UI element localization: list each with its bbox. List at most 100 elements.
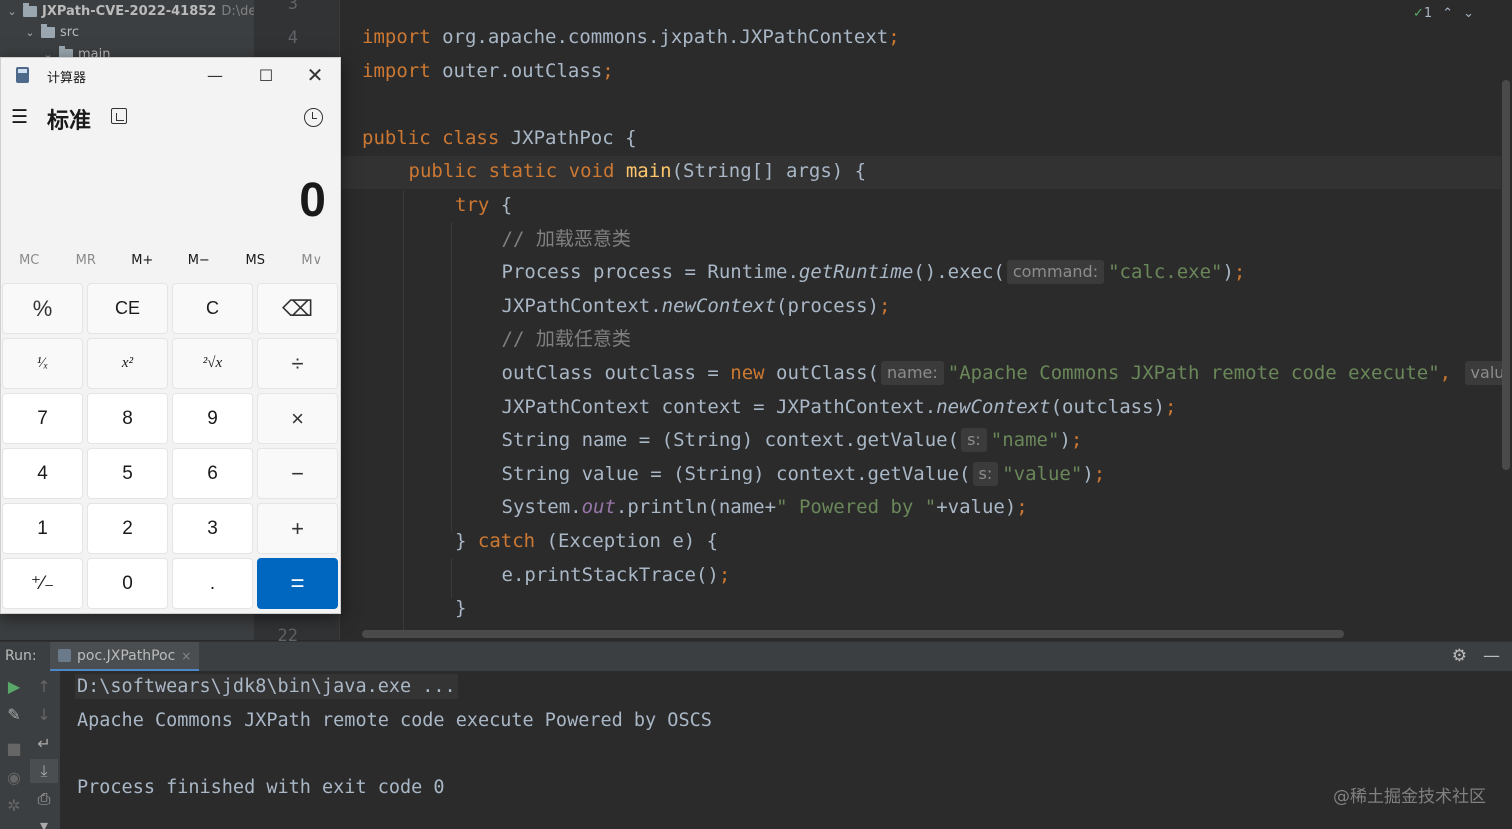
clear-key[interactable]: C bbox=[172, 283, 253, 334]
inspection-widget[interactable]: ✓1 ⌃ ⌄ bbox=[1413, 6, 1474, 21]
memory-button[interactable]: MS bbox=[227, 253, 284, 277]
digit-2-key[interactable]: 2 bbox=[87, 503, 168, 554]
chevron-down-icon[interactable]: ⌄ bbox=[6, 5, 18, 18]
horizontal-scrollbar[interactable] bbox=[362, 630, 1344, 638]
settings-gear-icon[interactable]: ✲ bbox=[0, 793, 28, 817]
negate-key[interactable]: ⁺⁄₋ bbox=[2, 558, 83, 609]
maximize-icon[interactable]: ☐ bbox=[243, 60, 289, 90]
chevron-down-icon[interactable]: ⌄ bbox=[24, 26, 36, 39]
stop-icon[interactable]: ■ bbox=[0, 736, 28, 760]
scroll-to-end-icon[interactable]: ⤓ bbox=[30, 759, 58, 783]
digit-4-key[interactable]: 4 bbox=[2, 448, 83, 499]
code-token: "value" bbox=[1002, 462, 1083, 485]
digit-6-key[interactable]: 6 bbox=[172, 448, 253, 499]
memory-button[interactable]: M− bbox=[171, 253, 228, 277]
add-key[interactable]: + bbox=[257, 503, 338, 554]
square-root-key[interactable]: ²√x bbox=[172, 338, 253, 389]
close-icon[interactable]: ✕ bbox=[292, 60, 338, 90]
code-line: System.out.println(name+" Powered by "+v… bbox=[502, 491, 1028, 524]
decimal-key[interactable]: . bbox=[172, 558, 253, 609]
memory-button[interactable]: MC bbox=[1, 253, 58, 277]
memory-row: MC MR M+ M− MS M∨ bbox=[1, 253, 340, 277]
code-line: String value = (String) context.getValue… bbox=[501, 458, 1105, 491]
code-line: import outer.outClass; bbox=[362, 55, 614, 88]
code-token: ; bbox=[1016, 496, 1028, 519]
code-token: out bbox=[581, 496, 616, 519]
console-output[interactable]: D:\softwears\jdk8\bin\java.exe ... Apach… bbox=[60, 671, 1512, 829]
inspection-summary[interactable]: ✓1 bbox=[1413, 6, 1432, 21]
soft-wrap-icon[interactable]: ↵ bbox=[30, 731, 58, 755]
code-token: outer.outClass bbox=[442, 59, 603, 82]
tree-item-project-root[interactable]: ⌄ JXPath-CVE-2022-41852 D:\desk bbox=[6, 0, 271, 22]
equals-key[interactable]: = bbox=[257, 558, 338, 609]
run-tab[interactable]: poc.JXPathPoc × bbox=[50, 642, 200, 672]
history-icon[interactable] bbox=[304, 108, 323, 127]
digit-1-key[interactable]: 1 bbox=[2, 503, 83, 554]
code-token: ; bbox=[718, 563, 731, 586]
code-token: (Exception e) { bbox=[546, 530, 719, 552]
code-token: String value = (String) context.getValue… bbox=[501, 462, 971, 485]
square-key[interactable]: x² bbox=[87, 338, 168, 389]
tree-item-src[interactable]: ⌄ src bbox=[24, 21, 79, 43]
multiply-key[interactable]: × bbox=[257, 393, 338, 444]
print-icon[interactable]: ⎙ bbox=[30, 787, 58, 811]
calculator-mode: 标准 bbox=[47, 109, 92, 134]
console-line: Apache Commons JXPath remote code execut… bbox=[77, 710, 712, 731]
parameter-hint: s: bbox=[961, 428, 987, 453]
digit-0-key[interactable]: 0 bbox=[87, 558, 168, 609]
code-token: new bbox=[730, 362, 777, 384]
divide-key[interactable]: ÷ bbox=[257, 338, 338, 389]
code-line: } catch (Exception e) { bbox=[455, 525, 718, 558]
code-line: // 加载恶意类 bbox=[502, 223, 631, 256]
code-token: ; bbox=[1233, 261, 1246, 284]
run-label: Run: bbox=[5, 648, 37, 664]
check-icon: ✓ bbox=[1413, 6, 1424, 21]
code-token: (outclass) bbox=[1050, 395, 1165, 418]
digit-8-key[interactable]: 8 bbox=[87, 393, 168, 444]
digit-5-key[interactable]: 5 bbox=[87, 448, 168, 499]
clear-entry-key[interactable]: CE bbox=[87, 283, 168, 334]
memory-button[interactable]: M+ bbox=[114, 253, 171, 277]
code-token: ; bbox=[879, 294, 891, 317]
digit-9-key[interactable]: 9 bbox=[172, 393, 253, 444]
code-token: org.apache.commons.jxpath.JXPathContext bbox=[442, 26, 889, 48]
code-token: JXPathContext context = JXPathContext. bbox=[501, 395, 937, 418]
next-highlight-icon[interactable]: ⌄ bbox=[1463, 6, 1474, 21]
settings-gear-icon[interactable]: ⚙ bbox=[1452, 646, 1467, 666]
camera-icon[interactable]: ◉ bbox=[0, 765, 28, 789]
code-line: String name = (String) context.getValue(… bbox=[502, 424, 1082, 457]
code-token: newContext bbox=[936, 395, 1051, 418]
hamburger-menu-icon[interactable]: ☰ bbox=[11, 106, 28, 128]
vertical-scrollbar[interactable] bbox=[1502, 80, 1510, 470]
close-icon[interactable]: × bbox=[181, 649, 191, 663]
digit-3-key[interactable]: 3 bbox=[172, 503, 253, 554]
previous-highlight-icon[interactable]: ⌃ bbox=[1442, 6, 1453, 21]
code-token: ; bbox=[888, 26, 900, 48]
minimize-icon[interactable]: — bbox=[192, 60, 238, 90]
memory-button[interactable]: MR bbox=[58, 253, 115, 277]
trash-icon[interactable]: ▾ bbox=[30, 813, 58, 829]
wrench-icon[interactable]: ✎ bbox=[0, 702, 28, 726]
scroll-up-icon[interactable]: ↑ bbox=[30, 674, 58, 698]
scroll-down-icon[interactable]: ↓ bbox=[30, 702, 58, 726]
reciprocal-key[interactable]: ¹⁄ₓ bbox=[2, 338, 83, 389]
code-token: JXPathPoc { bbox=[510, 126, 637, 149]
subtract-key[interactable]: − bbox=[257, 448, 338, 499]
code-editor[interactable]: import org.apache.commons.jxpath.JXPathC… bbox=[341, 0, 1512, 640]
code-token: } bbox=[455, 530, 478, 552]
backspace-key[interactable]: ⌫ bbox=[257, 283, 338, 334]
code-line: JXPathContext context = JXPathContext.ne… bbox=[502, 391, 1177, 424]
calculator-title-bar[interactable]: 计算器 — ☐ ✕ bbox=[1, 58, 340, 92]
code-line: JXPathContext.newContext(process); bbox=[502, 290, 891, 323]
keep-on-top-icon[interactable] bbox=[111, 108, 127, 124]
code-line: try { bbox=[455, 189, 512, 222]
percent-key[interactable]: % bbox=[2, 283, 83, 334]
memory-button[interactable]: M∨ bbox=[284, 253, 341, 277]
minimize-panel-icon[interactable]: — bbox=[1483, 646, 1500, 666]
code-token: { bbox=[500, 194, 513, 216]
rerun-icon[interactable]: ▶ bbox=[0, 674, 28, 698]
digit-7-key[interactable]: 7 bbox=[2, 393, 83, 444]
code-token: catch bbox=[477, 530, 547, 552]
code-token: ) bbox=[1082, 462, 1094, 485]
code-token: "Apache Commons JXPath remote code execu… bbox=[947, 362, 1440, 384]
